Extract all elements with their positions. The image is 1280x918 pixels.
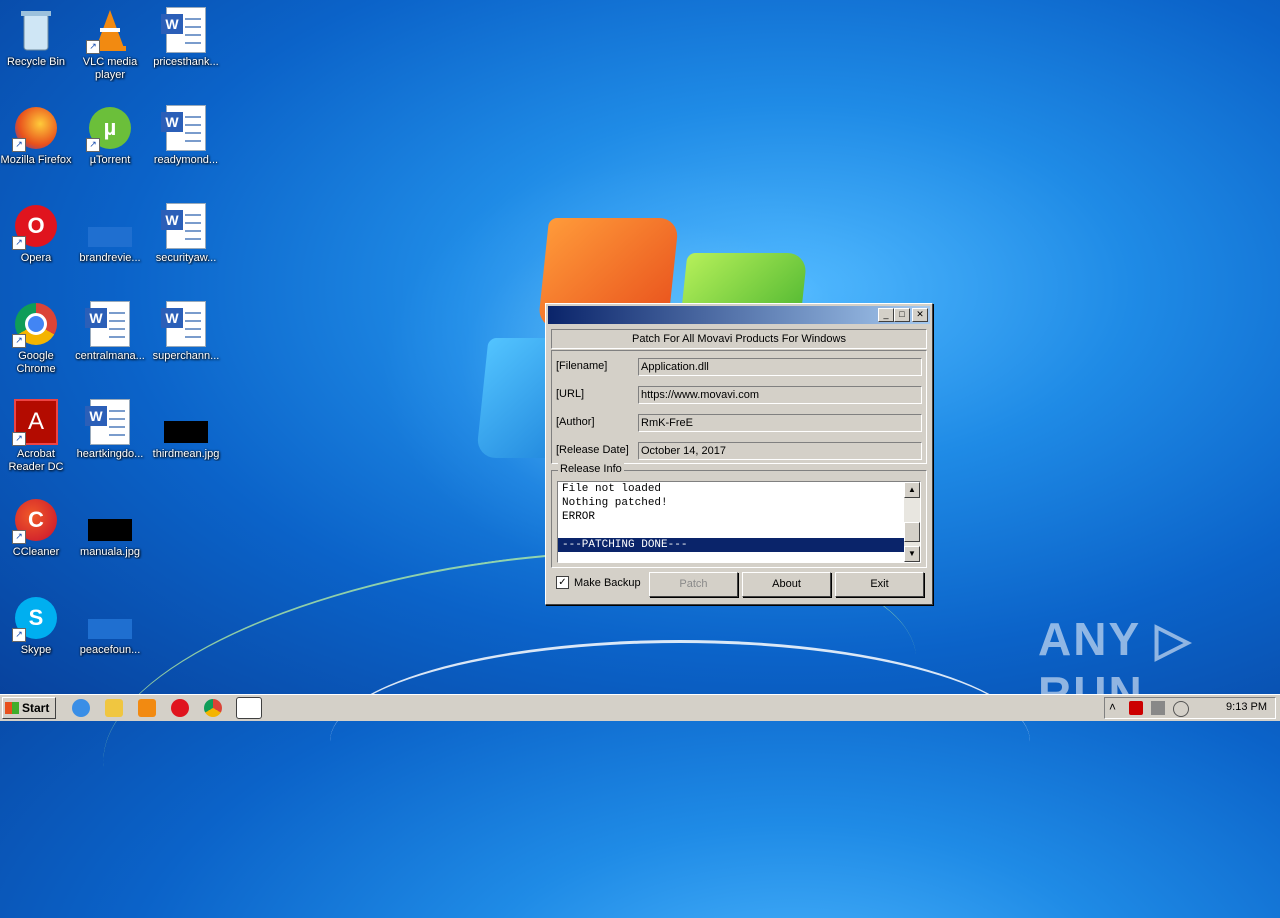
desktop-icon-ccleaner[interactable]: C ↗ CCleaner — [0, 498, 74, 559]
exit-button[interactable]: Exit — [835, 572, 924, 597]
desktop-icon-utorrent[interactable]: µ ↗ µTorrent — [72, 106, 148, 167]
image-thumbnail-icon — [164, 421, 208, 443]
word-document-icon: W — [161, 203, 206, 249]
release-date-field[interactable]: October 14, 2017 — [638, 442, 922, 460]
word-document-icon: W — [161, 301, 206, 347]
desktop-icon-thirdmean[interactable]: thirdmean.jpg — [148, 400, 224, 461]
release-info-group: Release Info File not loaded Nothing pat… — [551, 463, 927, 568]
log-scrollbar[interactable]: ▲ ▼ — [904, 482, 920, 562]
shortcut-arrow-icon: ↗ — [12, 138, 26, 152]
network-icon[interactable] — [1151, 701, 1165, 715]
word-document-icon: W — [161, 7, 206, 53]
recycle-bin-icon — [21, 11, 51, 51]
shortcut-arrow-icon: ↗ — [12, 628, 26, 642]
image-thumbnail-icon — [88, 519, 132, 541]
release-info-log[interactable]: File not loaded Nothing patched! ERROR -… — [557, 481, 921, 563]
patch-button[interactable]: Patch — [649, 572, 738, 597]
shortcut-arrow-icon: ↗ — [12, 236, 26, 250]
desktop-icon-superchann[interactable]: W superchann... — [148, 301, 224, 363]
url-field[interactable]: https://www.movavi.com — [638, 386, 922, 404]
log-line[interactable]: ERROR — [558, 510, 920, 524]
desktop-icon-heartkingdo[interactable]: W heartkingdo... — [72, 399, 148, 461]
author-field[interactable]: RmK-FreE — [638, 414, 922, 432]
explorer-folder-icon[interactable] — [105, 699, 123, 717]
make-backup-checkbox[interactable]: ✓ Make Backup — [556, 576, 641, 589]
windows-logo-icon — [5, 702, 19, 714]
checkbox-box[interactable]: ✓ — [556, 576, 569, 589]
about-button[interactable]: About — [742, 572, 831, 597]
scroll-up-icon[interactable]: ▲ — [904, 482, 920, 498]
volume-icon[interactable] — [1173, 701, 1189, 717]
shortcut-arrow-icon: ↗ — [12, 432, 26, 446]
system-tray: ˄ 9:13 PM — [1104, 697, 1276, 719]
scroll-thumb[interactable] — [904, 522, 920, 542]
desktop-icon-skype[interactable]: S ↗ Skype — [0, 596, 74, 657]
patch-dialog: _ □ ✕ Patch For All Movavi Products For … — [545, 303, 933, 605]
desktop-icon-acrobat[interactable]: A ↗ Acrobat Reader DC — [0, 399, 74, 474]
ie-icon[interactable] — [72, 699, 90, 717]
patch-app-taskbar-icon[interactable] — [236, 697, 262, 719]
author-label: [Author] — [556, 416, 595, 428]
wallpaper-swoosh — [330, 640, 1030, 843]
clock[interactable]: 9:13 PM — [1226, 701, 1267, 713]
desktop-icon-chrome[interactable]: ↗ Google Chrome — [0, 302, 74, 376]
desktop-icon-centralmana[interactable]: W centralmana... — [72, 301, 148, 363]
scroll-down-icon[interactable]: ▼ — [904, 546, 920, 562]
word-document-icon: W — [85, 301, 130, 347]
desktop-icon-brandrevie[interactable]: brandrevie... — [72, 204, 148, 265]
taskbar: Start ˄ 9:13 PM — [0, 694, 1280, 721]
make-backup-label: Make Backup — [574, 576, 641, 589]
desktop-icon-vlc[interactable]: ↗ VLC media player — [72, 8, 148, 82]
dialog-titlebar[interactable]: _ □ ✕ — [548, 306, 930, 324]
chrome-taskbar-icon[interactable] — [204, 699, 222, 717]
word-document-icon: W — [85, 399, 130, 445]
desktop-icon-opera[interactable]: O ↗ Opera — [0, 204, 74, 265]
tray-expand-icon[interactable]: ˄ — [1109, 700, 1116, 714]
desktop-icon-firefox[interactable]: ↗ Mozilla Firefox — [0, 106, 74, 167]
start-button[interactable]: Start — [2, 697, 56, 719]
desktop-icon-manuala[interactable]: manuala.jpg — [72, 498, 148, 559]
desktop-icon-recycle-bin[interactable]: Recycle Bin — [0, 8, 74, 69]
action-center-icon[interactable] — [1129, 701, 1143, 715]
log-line[interactable]: Nothing patched! — [558, 496, 920, 510]
url-label: [URL] — [556, 388, 585, 400]
blank-file-icon — [88, 227, 132, 247]
desktop-icon-securityaw[interactable]: W securityaw... — [148, 203, 224, 265]
maximize-button[interactable]: □ — [894, 308, 910, 322]
desktop-icon-peacefoun[interactable]: peacefoun... — [72, 596, 148, 657]
log-line[interactable]: File not loaded — [558, 482, 920, 496]
shortcut-arrow-icon: ↗ — [86, 40, 100, 54]
shortcut-arrow-icon: ↗ — [12, 334, 26, 348]
dialog-header: Patch For All Movavi Products For Window… — [551, 329, 927, 349]
minimize-button[interactable]: _ — [878, 308, 894, 322]
desktop-icon-pricesthank[interactable]: W pricesthank... — [148, 7, 224, 69]
shortcut-arrow-icon: ↗ — [86, 138, 100, 152]
shortcut-arrow-icon: ↗ — [12, 530, 26, 544]
filename-field[interactable]: Application.dll — [638, 358, 922, 376]
log-line-selected[interactable]: ---PATCHING DONE--- — [558, 538, 904, 552]
media-player-icon[interactable] — [138, 699, 156, 717]
log-line[interactable] — [558, 524, 920, 538]
info-group: [Filename] Application.dll [URL] https:/… — [551, 350, 927, 464]
word-document-icon: W — [161, 105, 206, 151]
release-info-legend: Release Info — [558, 463, 624, 475]
close-button[interactable]: ✕ — [912, 308, 928, 322]
blank-file-icon — [88, 619, 132, 639]
filename-label: [Filename] — [556, 360, 608, 372]
start-label: Start — [22, 701, 50, 715]
release-date-label: [Release Date] — [556, 444, 629, 456]
opera-taskbar-icon[interactable] — [171, 699, 189, 717]
desktop-icon-readymond[interactable]: W readymond... — [148, 105, 224, 167]
